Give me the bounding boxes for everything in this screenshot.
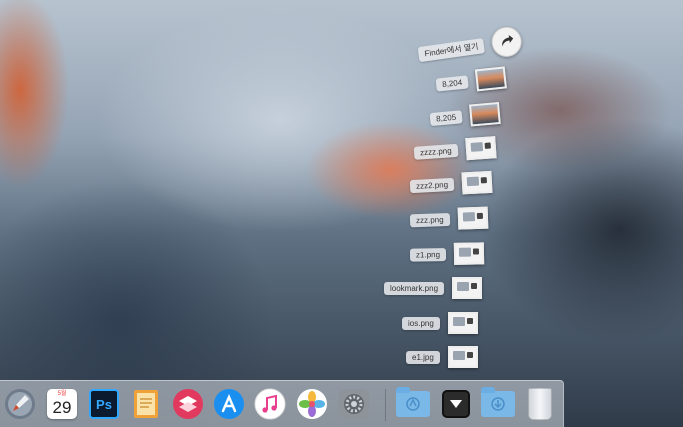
app-store-icon[interactable]	[212, 387, 246, 421]
stack-item-zzz2[interactable]: zzz2.png	[409, 170, 493, 197]
desktop-wallpaper	[0, 0, 683, 427]
image-thumbnail	[464, 136, 497, 161]
open-in-finder-label: Finder에서 열기	[417, 37, 486, 62]
calendar-icon[interactable]: 5월 29	[45, 387, 79, 421]
stack-item-ios[interactable]: ios.png	[402, 312, 478, 334]
open-arrow-icon	[490, 24, 524, 59]
image-thumbnail	[469, 101, 501, 127]
image-thumbnail	[452, 277, 483, 299]
copy-icon[interactable]	[171, 387, 205, 421]
trash-icon[interactable]	[523, 387, 557, 421]
stack-item-zzz[interactable]: zzz.png	[409, 206, 488, 232]
dock-separator	[385, 389, 386, 421]
stack-item-label: 8,205	[429, 109, 463, 126]
stack-item-label: e1.jpg	[406, 350, 440, 364]
applications-folder-icon[interactable]	[396, 387, 430, 421]
image-thumbnail	[447, 312, 478, 334]
stack-item-e1[interactable]: e1.jpg	[406, 346, 478, 368]
photoshop-icon[interactable]: Ps	[87, 387, 121, 421]
stack-item-label: z1.png	[409, 247, 447, 262]
downloads-folder-icon[interactable]	[481, 387, 515, 421]
dock: 5월 29 Ps	[0, 380, 564, 427]
stack-item-label: 8,204	[435, 74, 469, 92]
stack-item-label: ios.png	[402, 316, 440, 330]
itunes-icon[interactable]	[253, 387, 287, 421]
image-thumbnail	[447, 346, 478, 368]
stack-item-lookmark[interactable]: lookmark.png	[384, 277, 483, 299]
stack-item-label: zzzz.png	[413, 143, 459, 160]
image-thumbnail	[453, 242, 485, 265]
stack-item-label: lookmark.png	[384, 281, 445, 295]
image-thumbnail	[457, 206, 488, 230]
stack-item-label: zzz2.png	[409, 177, 455, 193]
launchpad-icon[interactable]	[3, 387, 37, 421]
stack-toggle-icon[interactable]	[439, 387, 473, 421]
stack-item-label: zzz.png	[409, 212, 450, 227]
calendar-month: 5월	[57, 391, 67, 397]
photos-icon[interactable]	[295, 387, 329, 421]
stack-item-z1[interactable]: z1.png	[409, 242, 485, 265]
image-thumbnail	[461, 170, 493, 195]
system-preferences-icon[interactable]	[337, 387, 371, 421]
photoshop-label: Ps	[89, 389, 119, 419]
calendar-day: 29	[52, 398, 72, 417]
notes-icon[interactable]	[129, 387, 163, 421]
image-thumbnail	[474, 66, 507, 92]
